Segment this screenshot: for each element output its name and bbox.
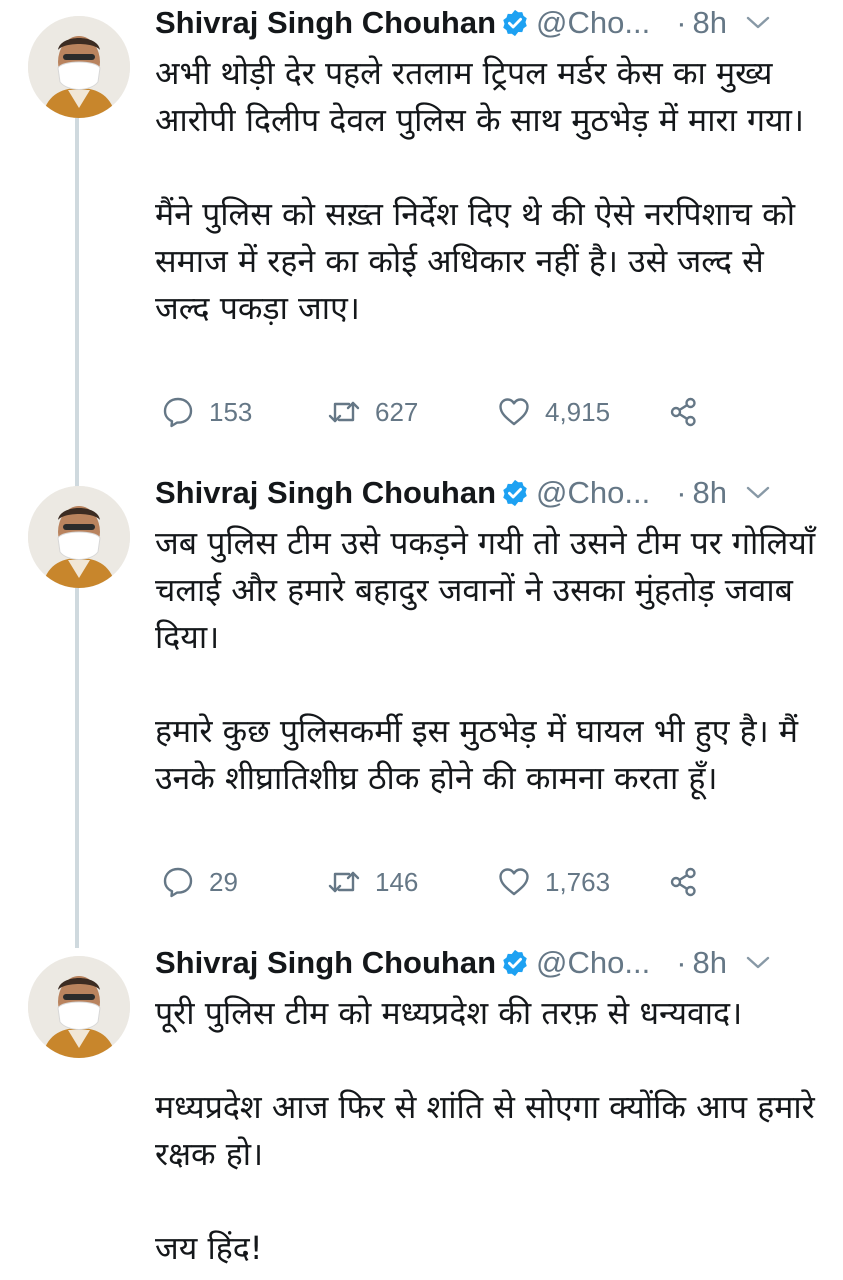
reply-count: 29: [209, 866, 238, 897]
tweet[interactable]: Shivraj Singh Chouhan @Cho... · 8h पूरी …: [0, 940, 843, 1280]
action-bar: 153 627 4,915: [155, 392, 755, 432]
author-name[interactable]: Shivraj Singh Chouhan: [155, 945, 496, 981]
heart-icon: [497, 395, 531, 429]
separator-dot: ·: [676, 475, 687, 510]
tweet-paragraph: मैंने पुलिस को सख़्त निर्देश दिए थे की ऐ…: [155, 195, 806, 327]
tweet-text: अभी थोड़ी देर पहले रतलाम ट्रिपल मर्डर के…: [155, 50, 825, 332]
tweet-paragraph: पूरी पुलिस टीम को मध्यप्रदेश की तरफ़ से …: [155, 994, 743, 1032]
author-name[interactable]: Shivraj Singh Chouhan: [155, 5, 496, 41]
tweet-paragraph: मध्यप्रदेश आज फिर से शांति से सोएगा क्यो…: [155, 1088, 825, 1173]
timestamp[interactable]: 8h: [693, 945, 727, 981]
chevron-down-icon[interactable]: [745, 953, 771, 973]
like-button[interactable]: 1,763: [497, 862, 610, 902]
author-handle[interactable]: @Cho...: [536, 945, 650, 981]
retweet-icon: [327, 865, 361, 899]
tweet-text: जब पुलिस टीम उसे पकड़ने गयी तो उसने टीम …: [155, 520, 825, 802]
heart-icon: [497, 865, 531, 899]
author-handle[interactable]: @Cho...: [536, 5, 650, 41]
tweet-paragraph: अभी थोड़ी देर पहले रतलाम ट्रिपल मर्डर के…: [155, 54, 805, 139]
share-button[interactable]: [667, 862, 701, 902]
verified-badge-icon: [500, 948, 530, 978]
avatar[interactable]: [28, 16, 130, 118]
tweet-header: Shivraj Singh Chouhan @Cho... · 8h: [155, 940, 825, 986]
share-button[interactable]: [667, 392, 701, 432]
tweet-header: Shivraj Singh Chouhan @Cho... · 8h: [155, 470, 825, 516]
like-count: 1,763: [545, 866, 611, 897]
verified-badge-icon: [500, 8, 530, 38]
avatar[interactable]: [28, 486, 130, 588]
tweet[interactable]: Shivraj Singh Chouhan @Cho... · 8h जब पु…: [0, 470, 843, 940]
retweet-count: 146: [375, 866, 419, 897]
timestamp[interactable]: 8h: [693, 475, 727, 511]
reply-button[interactable]: 153: [161, 392, 252, 432]
retweet-count: 627: [375, 396, 419, 427]
reply-count: 153: [209, 396, 253, 427]
reply-icon: [161, 865, 195, 899]
timestamp[interactable]: 8h: [693, 5, 727, 41]
action-bar: 29 146 1,763: [155, 862, 755, 902]
avatar[interactable]: [28, 956, 130, 1058]
share-icon: [667, 395, 701, 429]
separator-dot: ·: [676, 945, 687, 980]
tweet-text: पूरी पुलिस टीम को मध्यप्रदेश की तरफ़ से …: [155, 990, 825, 1272]
author-name[interactable]: Shivraj Singh Chouhan: [155, 475, 496, 511]
verified-badge-icon: [500, 478, 530, 508]
retweet-button[interactable]: 627: [327, 392, 418, 432]
share-icon: [667, 865, 701, 899]
author-handle[interactable]: @Cho...: [536, 475, 650, 511]
chevron-down-icon[interactable]: [745, 13, 771, 33]
chevron-down-icon[interactable]: [745, 483, 771, 503]
retweet-button[interactable]: 146: [327, 862, 418, 902]
tweet-paragraph: जब पुलिस टीम उसे पकड़ने गयी तो उसने टीम …: [155, 524, 826, 656]
reply-button[interactable]: 29: [161, 862, 238, 902]
tweet[interactable]: Shivraj Singh Chouhan @Cho... · 8h अभी थ…: [0, 0, 843, 470]
tweet-paragraph: जय हिंद!: [155, 1229, 263, 1267]
like-button[interactable]: 4,915: [497, 392, 610, 432]
retweet-icon: [327, 395, 361, 429]
separator-dot: ·: [676, 5, 687, 40]
tweet-paragraph: हमारे कुछ पुलिसकर्मी इस मुठभेड़ में घायल…: [155, 712, 809, 797]
like-count: 4,915: [545, 396, 611, 427]
tweet-header: Shivraj Singh Chouhan @Cho... · 8h: [155, 0, 825, 46]
reply-icon: [161, 395, 195, 429]
